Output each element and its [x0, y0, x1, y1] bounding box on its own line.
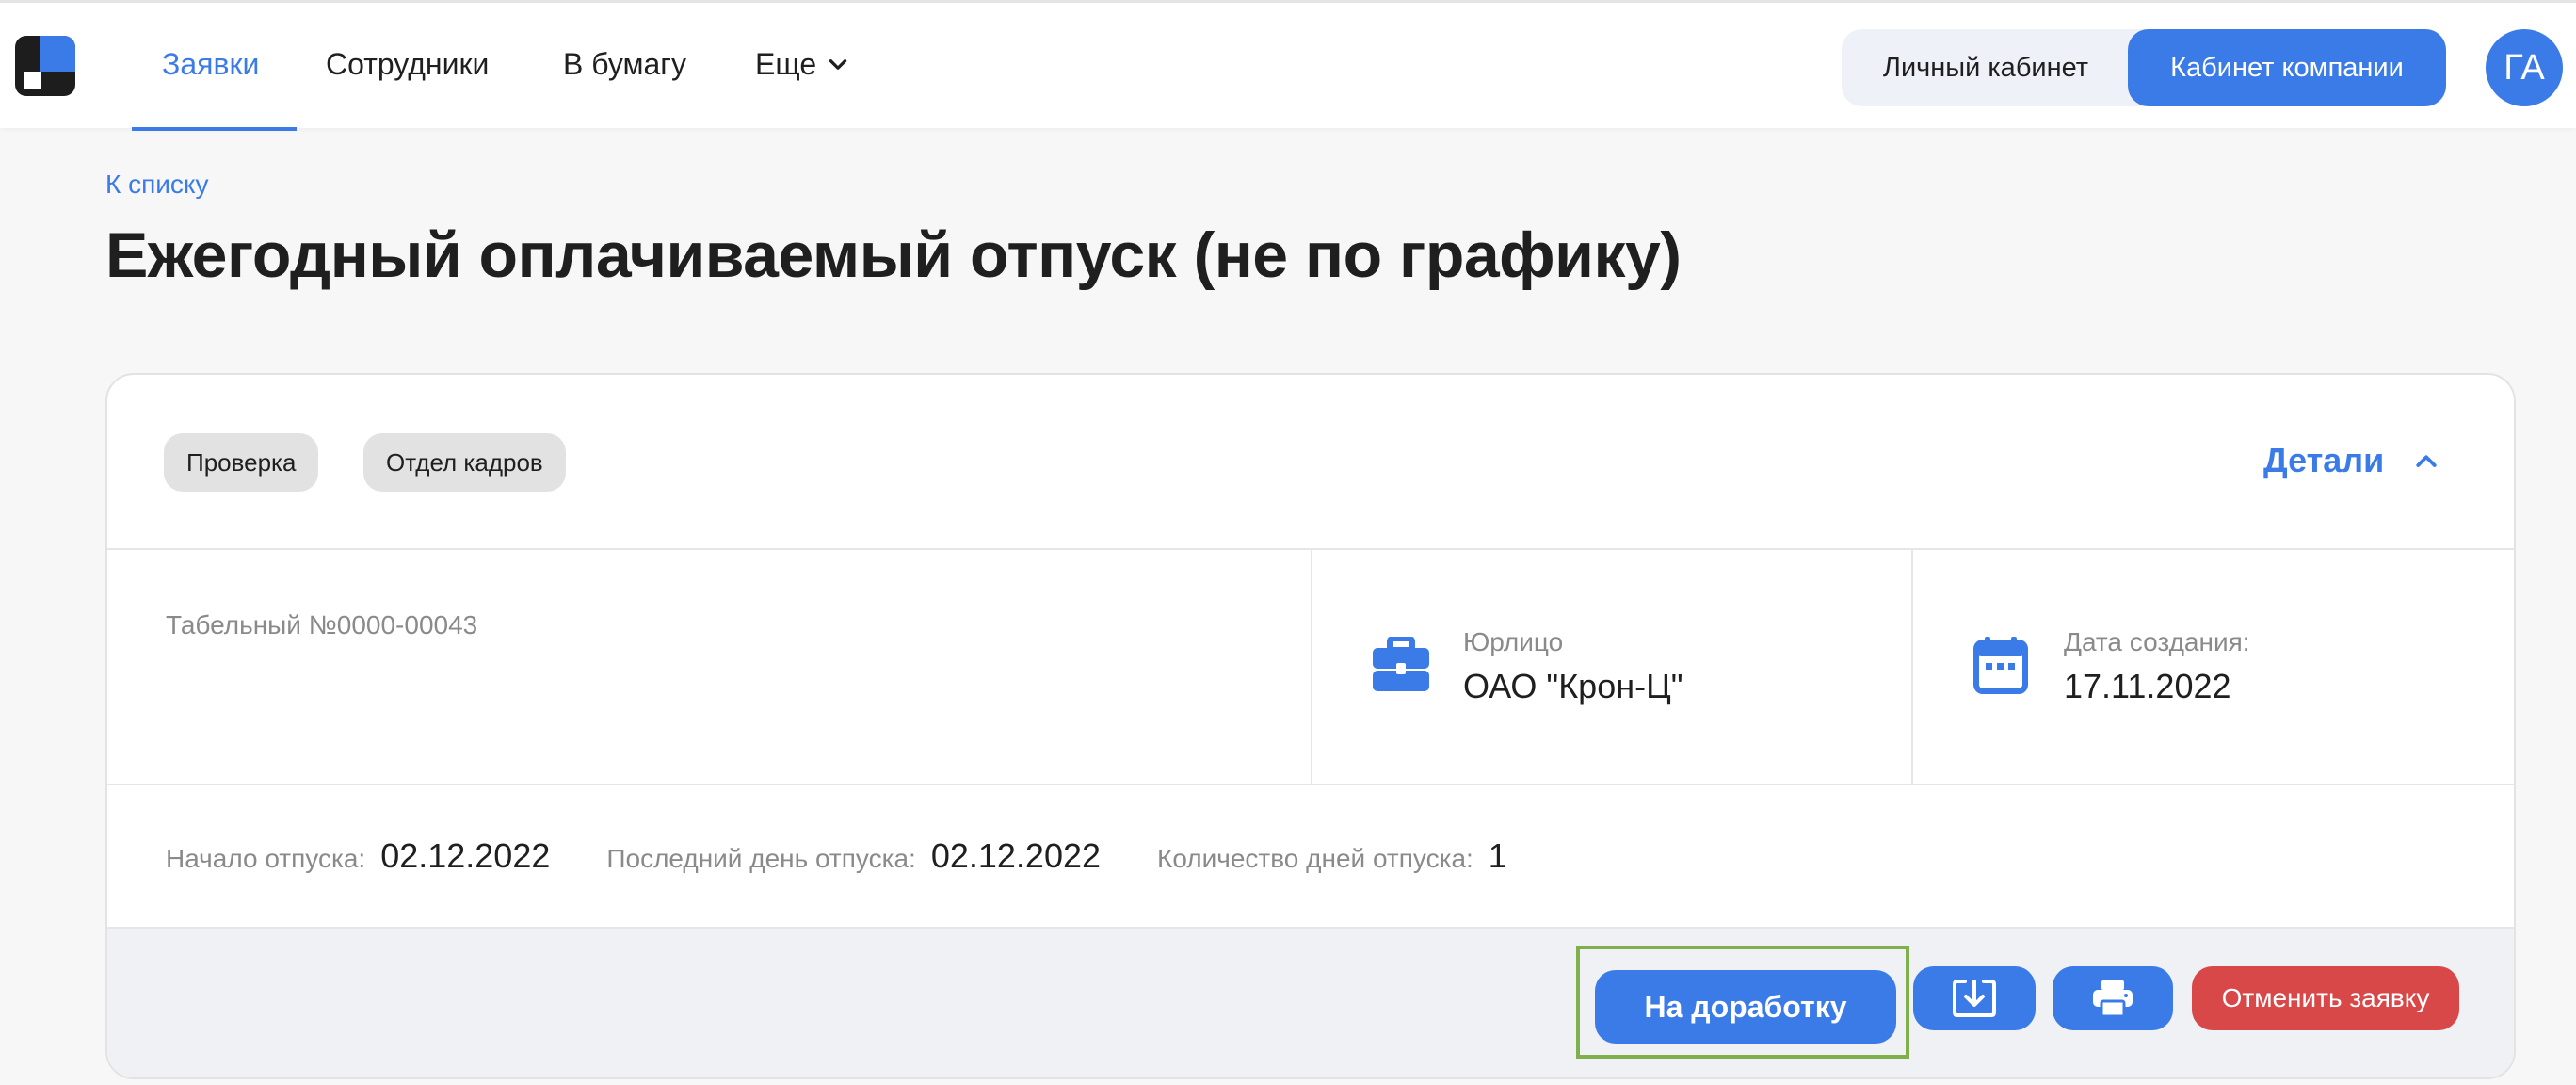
legal-entity-label: Юрлицо	[1463, 627, 1564, 656]
send-for-rework-button[interactable]: На доработку	[1595, 970, 1896, 1044]
chevron-down-icon	[829, 58, 847, 70]
company-cabinet-button[interactable]: Кабинет компании	[2128, 29, 2446, 106]
vacation-days-value: 1	[1488, 836, 1507, 875]
vacation-start-label: Начало отпуска:	[166, 844, 366, 873]
nav-employees[interactable]: Сотрудники	[326, 47, 489, 82]
cancel-request-button[interactable]: Отменить заявку	[2192, 966, 2459, 1030]
vacation-end-value: 02.12.2022	[930, 836, 1102, 875]
top-header: Заявки Сотрудники В бумагу Еще Личный ка…	[0, 0, 2576, 131]
nav-requests[interactable]: Заявки	[162, 47, 259, 82]
chevron-up-icon	[2416, 455, 2437, 467]
nav-more-label: Еще	[755, 47, 817, 81]
page-title: Ежегодный оплачиваемый отпуск (не по гра…	[105, 219, 1682, 291]
printer-icon	[2093, 980, 2133, 1018]
user-avatar[interactable]: ГА	[2486, 29, 2563, 106]
request-card: Проверка Отдел кадров Детали Табельный №…	[105, 373, 2516, 1079]
divider	[1311, 550, 1312, 784]
briefcase-icon	[1373, 637, 1429, 691]
legal-entity-value: ОАО "Крон-Ц"	[1463, 667, 1683, 705]
nav-more[interactable]: Еще	[755, 47, 850, 82]
app-logo[interactable]	[15, 36, 75, 96]
nav-to-paper[interactable]: В бумагу	[563, 47, 686, 82]
details-toggle[interactable]: Детали	[2263, 441, 2440, 480]
status-badge: Проверка	[164, 433, 319, 492]
divider	[107, 784, 2514, 785]
personal-cabinet-button[interactable]: Личный кабинет	[1842, 29, 2130, 106]
action-bar: На доработку Отменить заявку	[107, 927, 2514, 1077]
vacation-end-label: Последний день отпуска:	[606, 844, 916, 873]
download-button[interactable]	[1913, 966, 2036, 1030]
created-date-value: 17.11.2022	[2064, 667, 2231, 705]
print-button[interactable]	[2053, 966, 2173, 1030]
cabinet-switch: Личный кабинет Кабинет компании	[1842, 29, 2446, 106]
vacation-days-label: Количество дней отпуска:	[1157, 844, 1473, 873]
download-icon	[1953, 980, 1996, 1017]
active-nav-indicator	[132, 127, 297, 131]
vacation-start-value: 02.12.2022	[380, 836, 551, 875]
details-label: Детали	[2263, 441, 2385, 479]
calendar-icon	[1973, 637, 2028, 694]
vacation-dates-row: Начало отпуска: 02.12.2022 Последний ден…	[166, 836, 1564, 876]
department-badge: Отдел кадров	[363, 433, 566, 492]
divider	[1911, 550, 1913, 784]
back-to-list-link[interactable]: К списку	[105, 170, 208, 200]
tab-number: Табельный №0000-00043	[166, 610, 478, 640]
created-date-label: Дата создания:	[2064, 627, 2250, 656]
